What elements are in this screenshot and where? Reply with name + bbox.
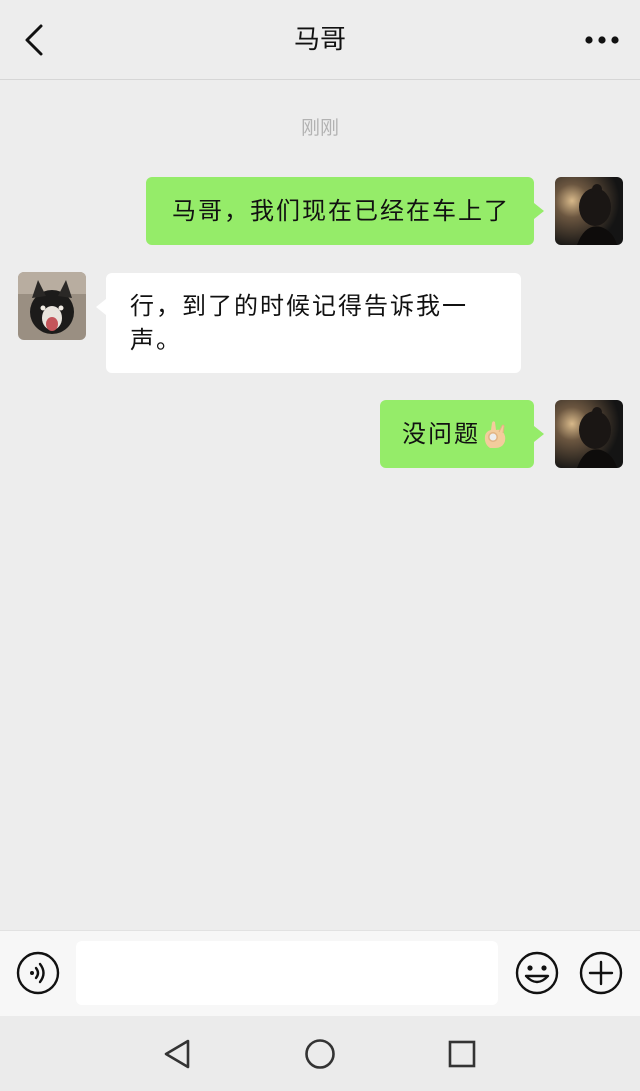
input-bar bbox=[0, 930, 640, 1016]
square-recent-icon bbox=[448, 1040, 476, 1068]
smiley-icon bbox=[515, 951, 559, 995]
nav-recent-button[interactable] bbox=[442, 1034, 482, 1074]
more-button[interactable] bbox=[582, 20, 622, 60]
circle-home-icon bbox=[305, 1039, 335, 1069]
message-list[interactable]: 刚刚 马哥，我们现在已经在车上了 行，到了的时候记得告诉我一声。 没问题 bbox=[0, 81, 640, 930]
my-avatar[interactable] bbox=[555, 400, 623, 468]
message-text: 行，到了的时候记得告诉我一声。 bbox=[130, 292, 468, 354]
message-bubble-outgoing[interactable]: 马哥，我们现在已经在车上了 bbox=[146, 177, 544, 245]
my-avatar[interactable] bbox=[555, 177, 623, 245]
nav-back-button[interactable] bbox=[157, 1034, 197, 1074]
more-dots-icon bbox=[585, 36, 619, 44]
emoji-button[interactable] bbox=[514, 950, 560, 996]
plus-icon bbox=[579, 951, 623, 995]
voice-icon bbox=[16, 951, 60, 995]
message-text: 没问题 bbox=[402, 420, 480, 448]
voice-button[interactable] bbox=[15, 950, 61, 996]
chat-title: 马哥 bbox=[293, 25, 346, 55]
message-text: 马哥，我们现在已经在车上了 bbox=[172, 197, 510, 225]
contact-avatar[interactable] bbox=[18, 272, 86, 340]
triangle-back-icon bbox=[164, 1039, 190, 1069]
message-input[interactable] bbox=[76, 941, 498, 1005]
chat-header: 马哥 bbox=[0, 0, 640, 80]
system-nav-bar bbox=[0, 1016, 640, 1091]
more-functions-button[interactable] bbox=[578, 950, 624, 996]
message-bubble-incoming[interactable]: 行，到了的时候记得告诉我一声。 bbox=[96, 273, 521, 373]
ok-hand-emoji-icon bbox=[484, 421, 506, 448]
message-bubble-outgoing[interactable]: 没问题 bbox=[380, 400, 544, 468]
timestamp: 刚刚 bbox=[300, 117, 339, 139]
nav-home-button[interactable] bbox=[300, 1034, 340, 1074]
